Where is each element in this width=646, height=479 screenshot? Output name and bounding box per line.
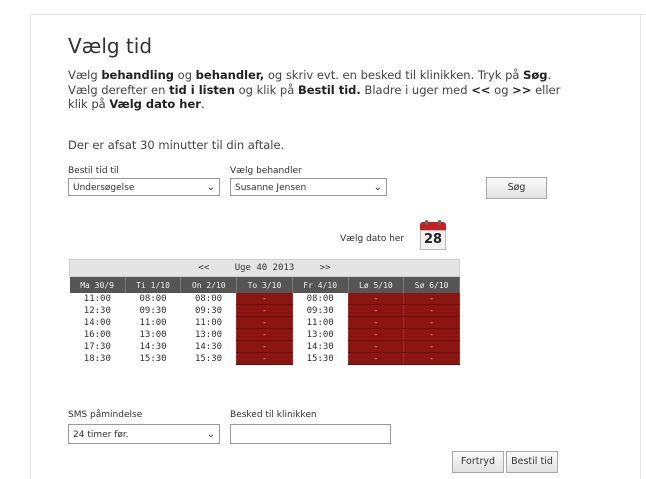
message-label: Besked til klinikken	[230, 410, 317, 420]
unavailable-slot: -	[236, 352, 293, 365]
chevron-down-icon: ⌄	[206, 182, 215, 193]
next-week-button[interactable]: >>	[320, 263, 331, 273]
unavailable-slot: -	[236, 340, 293, 353]
calendar-ring	[438, 220, 441, 225]
time-row: 18:30 15:30 15:30 - 15:30 - -	[69, 352, 460, 365]
unavailable-slot: -	[403, 352, 460, 365]
message-input[interactable]	[230, 424, 391, 444]
practitioner-value: Susanne Jensen	[235, 183, 307, 193]
treatment-label: Bestil tid til	[68, 166, 119, 176]
day-header: Ma 30/9	[69, 276, 126, 293]
day-header-row: Ma 30/9 Ti 1/10 On 2/10 To 3/10 Fr 4/10 …	[69, 276, 460, 293]
unavailable-slot: -	[236, 328, 293, 341]
time-slot[interactable]: 14:30	[292, 340, 349, 353]
frame-border-top	[30, 14, 646, 15]
day-header: Fr 4/10	[292, 276, 349, 293]
week-navigation: << Uge 40 2013 >>	[69, 259, 460, 277]
book-button[interactable]: Bestil tid	[506, 451, 558, 473]
unavailable-slot: -	[347, 352, 405, 365]
unavailable-slot: -	[347, 293, 405, 305]
time-row: 17:30 14:30 14:30 - 14:30 - -	[69, 340, 460, 353]
page-title: Vælg tid	[68, 34, 153, 58]
practitioner-label: Vælg behandler	[230, 166, 302, 176]
treatment-value: Undersøgelse	[73, 183, 135, 193]
time-slot[interactable]: 12:30	[69, 304, 126, 317]
unavailable-slot: -	[236, 304, 293, 317]
time-slot[interactable]: 15:30	[180, 352, 237, 365]
time-slot[interactable]: 13:00	[125, 328, 181, 341]
sms-label: SMS påmindelse	[68, 410, 143, 420]
time-row: 14:00 11:00 11:00 - 11:00 - -	[69, 316, 460, 329]
unavailable-slot: -	[347, 304, 405, 317]
time-slot[interactable]: 18:30	[69, 352, 126, 365]
time-row: 16:00 13:00 13:00 - 13:00 - -	[69, 328, 460, 341]
chevron-down-icon: ⌄	[206, 429, 215, 440]
unavailable-slot: -	[347, 328, 405, 341]
frame-border-right	[640, 14, 641, 479]
treatment-select[interactable]: Undersøgelse ⌄	[68, 178, 220, 196]
time-slot[interactable]: 09:30	[180, 304, 237, 317]
time-slot[interactable]: 11:00	[180, 316, 237, 329]
time-slot[interactable]: 14:30	[125, 340, 181, 353]
duration-note: Der er afsat 30 minutter til din aftale.	[68, 138, 285, 152]
time-slot[interactable]: 15:30	[292, 352, 349, 365]
unavailable-slot: -	[347, 316, 405, 329]
calendar-day: 28	[420, 230, 446, 250]
time-slot[interactable]: 14:00	[69, 316, 126, 329]
practitioner-select[interactable]: Susanne Jensen ⌄	[230, 178, 387, 196]
calendar-ring	[425, 220, 428, 225]
time-slot[interactable]: 11:00	[69, 293, 126, 305]
time-slot[interactable]: 13:00	[180, 328, 237, 341]
chevron-down-icon: ⌄	[373, 182, 382, 193]
sms-reminder-select[interactable]: 24 timer før. ⌄	[68, 424, 220, 444]
day-header: On 2/10	[180, 276, 238, 293]
unavailable-slot: -	[403, 328, 460, 341]
unavailable-slot: -	[403, 340, 460, 353]
unavailable-slot: -	[347, 340, 405, 353]
time-slot[interactable]: 11:00	[125, 316, 181, 329]
time-slot[interactable]: 17:30	[69, 340, 126, 353]
frame-border-left	[30, 14, 31, 479]
day-header: Ti 1/10	[125, 276, 182, 293]
time-slot[interactable]: 11:00	[292, 316, 349, 329]
unavailable-slot: -	[403, 304, 460, 317]
time-slot[interactable]: 08:00	[125, 293, 181, 305]
time-row: 12:30 09:30 09:30 - 09:30 - -	[69, 304, 460, 317]
day-header: To 3/10	[236, 276, 293, 293]
cancel-button[interactable]: Fortryd	[452, 451, 504, 473]
instructions-text: Vælg behandling og behandler, og skriv e…	[68, 68, 561, 111]
search-button[interactable]: Søg	[486, 177, 547, 199]
sms-reminder-value: 24 timer før.	[73, 430, 129, 440]
time-slot[interactable]: 14:30	[180, 340, 237, 353]
time-slot[interactable]: 13:00	[292, 328, 349, 341]
unavailable-slot: -	[403, 316, 460, 329]
prev-week-button[interactable]: <<	[198, 263, 209, 273]
time-slot[interactable]: 15:30	[125, 352, 181, 365]
time-row: 11:00 08:00 08:00 - 08:00 - -	[69, 293, 460, 305]
unavailable-slot: -	[236, 316, 293, 329]
unavailable-slot: -	[236, 293, 293, 305]
week-label: Uge 40 2013	[234, 263, 295, 273]
time-slot[interactable]: 08:00	[180, 293, 237, 305]
unavailable-slot: -	[403, 293, 460, 305]
time-slot[interactable]: 09:30	[292, 304, 349, 317]
time-slot[interactable]: 08:00	[292, 293, 349, 305]
day-header: Lø 5/10	[348, 276, 405, 293]
calendar-icon[interactable]: 28	[420, 220, 446, 250]
time-slot[interactable]: 09:30	[125, 304, 181, 317]
schedule-table: << Uge 40 2013 >> Ma 30/9 Ti 1/10 On 2/1…	[69, 259, 460, 365]
date-picker-label[interactable]: Vælg dato her	[340, 234, 404, 244]
time-slot[interactable]: 16:00	[69, 328, 126, 341]
day-header: Sø 6/10	[403, 276, 460, 293]
